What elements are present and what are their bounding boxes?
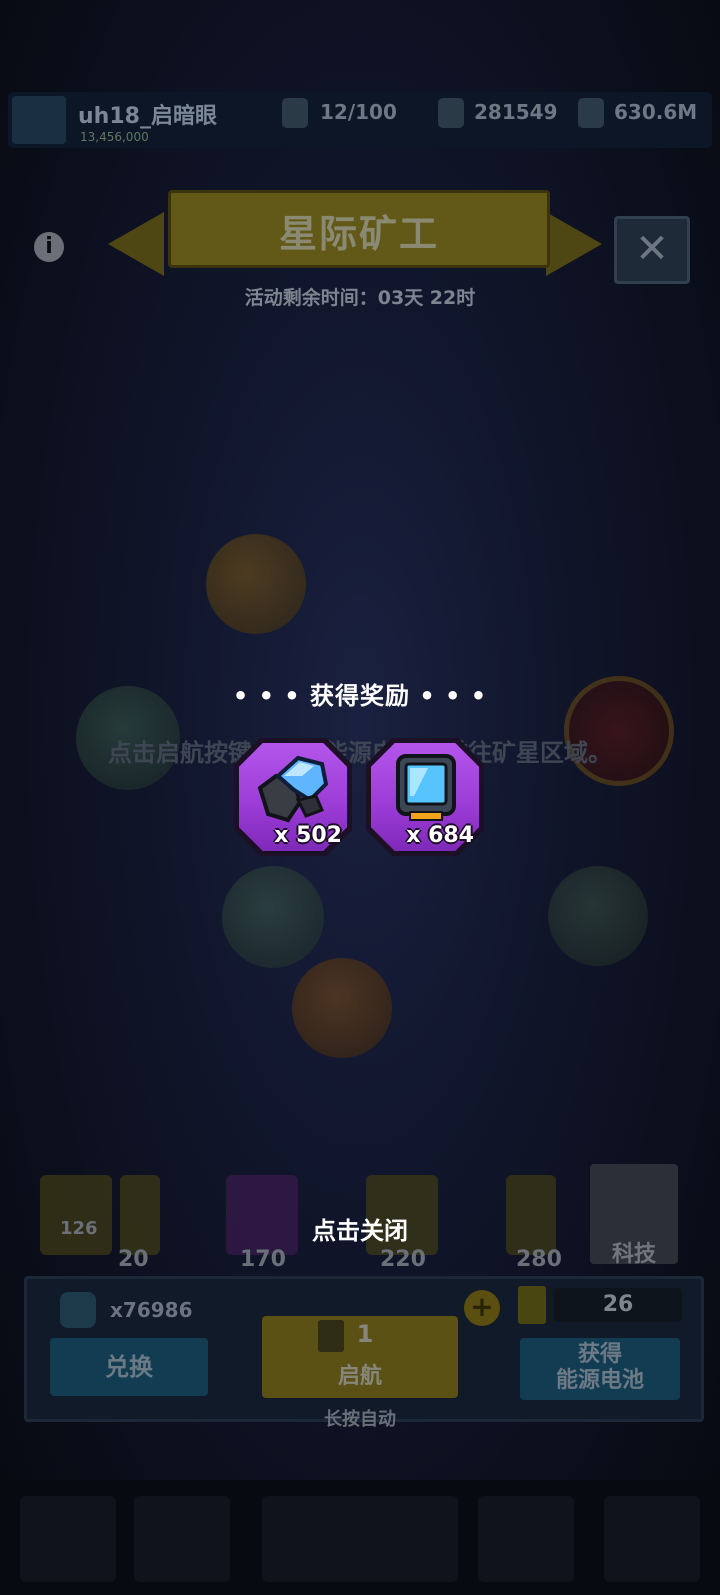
get-battery-label-2: 能源电池 (555, 1368, 644, 1393)
ore-count: x76986 (110, 1298, 193, 1322)
info-icon[interactable]: i (34, 232, 64, 262)
event-timer: 活动剩余时间：03天 22时 (244, 287, 476, 309)
tap-to-close[interactable]: 点击关闭 (0, 1211, 720, 1246)
nav-item[interactable] (478, 1496, 574, 1582)
launch-cost: 1 (356, 1320, 374, 1348)
reward-item[interactable]: x 684 (366, 738, 484, 856)
player-score: 13,456,000 (80, 130, 149, 144)
planet-icon[interactable] (292, 958, 392, 1058)
get-battery-label-1: 获得 (577, 1342, 622, 1367)
game-screen: uh18_启暗眼 13,456,000 12/100 281549 630.6M… (0, 0, 720, 1595)
energy-crystal-card-icon (396, 754, 456, 821)
shop-price: 220 (380, 1247, 426, 1272)
gold-stat: 630.6M (614, 100, 698, 124)
planet-icon[interactable] (222, 866, 324, 968)
planet-icon[interactable] (206, 534, 306, 634)
reward-title: • • • 获得奖励 • • • (232, 682, 488, 710)
reward-quantity: x 684 (406, 823, 474, 848)
mining-hint: 点击启航按键，消耗能源电池，前往矿星区域。 (108, 739, 612, 767)
gem-stat-icon (438, 98, 464, 128)
hold-auto-hint: 长按自动 (324, 1409, 396, 1430)
nav-item[interactable] (262, 1496, 458, 1582)
shop-price: 170 (240, 1247, 286, 1272)
blue-ore-icon (257, 755, 329, 823)
player-name: uh18_启暗眼 (78, 104, 217, 129)
shop-price: 20 (118, 1247, 149, 1272)
get-battery-button[interactable]: 获得 能源电池 (520, 1338, 680, 1400)
ore-icon (60, 1292, 96, 1328)
energy-stat: 12/100 (320, 100, 397, 124)
close-button[interactable]: ✕ (614, 216, 690, 284)
event-title: 星际矿工 (278, 212, 439, 256)
nav-item[interactable] (604, 1496, 700, 1582)
avatar[interactable] (12, 96, 66, 144)
energy-stat-icon (282, 98, 308, 128)
launch-label: 启航 (337, 1364, 382, 1389)
nav-item[interactable] (134, 1496, 230, 1582)
reward-quantity: x 502 (274, 823, 342, 848)
exchange-button[interactable]: 兑换 (50, 1338, 208, 1396)
title-ribbon-right (546, 212, 602, 276)
battery-count: 26 (554, 1288, 682, 1322)
gem-stat: 281549 (474, 100, 558, 124)
battery-icon (518, 1286, 546, 1324)
nav-item[interactable] (20, 1496, 116, 1582)
reward-item[interactable]: x 502 (234, 738, 352, 856)
add-battery-icon[interactable]: + (464, 1290, 500, 1326)
title-ribbon-left (108, 212, 164, 276)
planet-icon[interactable] (548, 866, 648, 966)
shop-price: 280 (516, 1247, 562, 1272)
gold-stat-icon (578, 98, 604, 128)
